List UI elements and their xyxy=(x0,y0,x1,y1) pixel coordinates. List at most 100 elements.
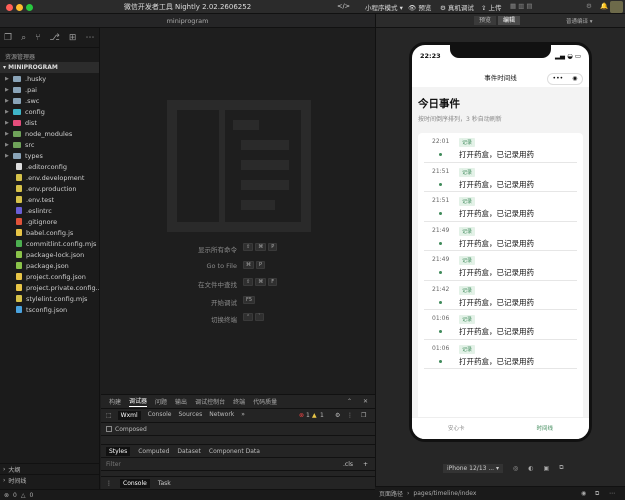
popout-icon[interactable]: ⧉ xyxy=(559,464,563,472)
tree-item[interactable]: commitlint.config.mjs xyxy=(0,238,99,249)
tree-item[interactable]: .env.test xyxy=(0,194,99,205)
project-header[interactable]: ▾ MINIPROGRAM xyxy=(0,62,99,73)
event-item[interactable]: 01:06 记录 打开药盒，已记录用药 xyxy=(424,340,577,369)
tree-item[interactable]: babel.config.js xyxy=(0,227,99,238)
panel-tab[interactable]: 代码质量 xyxy=(253,397,277,406)
panel-tab[interactable]: 调试控制台 xyxy=(195,397,225,406)
command-hint[interactable]: 开始调试 F5 xyxy=(101,294,375,312)
panel-tab[interactable]: 构建 xyxy=(109,397,121,406)
panel-tab[interactable]: 调试器 xyxy=(129,396,148,407)
filter-input[interactable]: Filter xyxy=(106,461,121,468)
tree-item[interactable]: tsconfig.json xyxy=(0,304,99,315)
tool-tab[interactable]: » xyxy=(241,411,245,420)
tree-item[interactable]: project.config.json xyxy=(0,271,99,282)
panel-tab[interactable]: 问题 xyxy=(155,397,167,406)
rotate-icon[interactable]: ▣ xyxy=(544,465,550,472)
more-icon[interactable]: ••• xyxy=(553,70,564,88)
tab-preview[interactable]: 预览 xyxy=(474,16,497,25)
copy-icon[interactable]: ⧉ xyxy=(595,490,599,498)
tree-item[interactable]: .env.development xyxy=(0,172,99,183)
chevron-up-icon[interactable]: ⌃ xyxy=(347,398,352,405)
tool-tab[interactable]: Console xyxy=(148,411,172,420)
tab-care-card[interactable]: 安心卡 xyxy=(412,418,501,439)
panel-tab[interactable]: 终端 xyxy=(233,397,245,406)
event-item[interactable]: 21:49 记录 打开药盒，已记录用药 xyxy=(424,222,577,251)
search-icon[interactable]: ⌕ xyxy=(21,33,26,43)
style-tab[interactable]: Component Data xyxy=(209,448,260,455)
tree-item[interactable]: ▶ dist xyxy=(0,117,99,128)
preview-button[interactable]: 👁 预览 xyxy=(408,2,431,12)
tree-item[interactable]: .editorconfig xyxy=(0,161,99,172)
outline-section[interactable]: › 大纲 xyxy=(0,463,100,474)
status-warnings[interactable]: 0 xyxy=(29,492,33,499)
event-item[interactable]: 21:51 记录 打开药盒，已记录用药 xyxy=(424,163,577,192)
timeline-section[interactable]: › 时间线 xyxy=(0,474,100,485)
upload-button[interactable]: ⇪ 上传 xyxy=(481,2,502,12)
close-icon[interactable]: ✕ xyxy=(363,398,368,405)
settings-icon[interactable]: ⚙ xyxy=(586,2,592,10)
error-count[interactable]: 1 xyxy=(306,412,310,419)
tree-item[interactable]: ▶ .pai xyxy=(0,84,99,95)
tab-edit[interactable]: 编辑 xyxy=(498,16,521,25)
event-item[interactable]: 21:51 记录 打开药盒，已记录用药 xyxy=(424,192,577,222)
tree-item[interactable]: package.json xyxy=(0,260,99,271)
event-item[interactable]: 21:49 记录 打开药盒，已记录用药 xyxy=(424,251,577,281)
tree-item[interactable]: package-lock.json xyxy=(0,249,99,260)
tool-tab[interactable]: Network xyxy=(209,411,234,420)
tree-item[interactable]: .gitignore xyxy=(0,216,99,227)
tool-tab[interactable]: Wxml xyxy=(117,411,141,420)
add-rule-icon[interactable]: + xyxy=(363,461,368,468)
dock-icon[interactable]: ❐ xyxy=(361,412,366,419)
tab-timeline[interactable]: 时间线 xyxy=(501,418,590,439)
command-hint[interactable]: Go to File ⌘ P xyxy=(101,259,375,277)
event-item[interactable]: 22:01 记录 打开药盒，已记录用药 xyxy=(424,133,577,163)
tool-tab[interactable]: Sources xyxy=(179,411,203,420)
more-icon[interactable]: ⋯ xyxy=(85,33,94,43)
remote-debug-button[interactable]: ⚙ 真机调试 xyxy=(440,2,474,12)
panel-tab[interactable]: 输出 xyxy=(175,397,187,406)
tree-item[interactable]: .eslintrc xyxy=(0,205,99,216)
style-tab[interactable]: Computed xyxy=(138,448,169,455)
tree-item[interactable]: ▶ node_modules xyxy=(0,128,99,139)
warning-count[interactable]: 1 xyxy=(320,412,324,419)
git-icon[interactable]: ⎇ xyxy=(50,33,60,43)
command-hint[interactable]: 切换终端 ⌃ ` xyxy=(101,311,375,329)
kebab-icon[interactable]: ⋮ xyxy=(347,412,353,419)
extensions-icon[interactable]: ⊞ xyxy=(69,33,77,43)
console-tab[interactable]: Console xyxy=(120,478,150,488)
code-icon[interactable]: </> xyxy=(337,2,350,10)
inspect-icon[interactable]: ⬚ xyxy=(106,412,112,419)
volume-icon[interactable]: ◐ xyxy=(528,465,533,472)
tree-item[interactable]: ▶ .swc xyxy=(0,95,99,106)
tree-item[interactable]: .env.production xyxy=(0,183,99,194)
tree-item[interactable]: project.private.config... xyxy=(0,282,99,293)
more-options-icon[interactable]: ⋯ xyxy=(609,490,615,497)
status-errors[interactable]: 0 xyxy=(13,492,17,499)
mode-select[interactable]: 小程序模式 ▾ xyxy=(365,2,403,12)
gear-icon[interactable]: ⚙ xyxy=(335,412,340,419)
source-control-icon[interactable]: ⑂ xyxy=(35,33,40,43)
tree-item[interactable]: ▶ src xyxy=(0,139,99,150)
bell-icon[interactable]: 🔔 xyxy=(600,2,608,10)
files-icon[interactable]: ❐ xyxy=(4,33,12,43)
record-icon[interactable]: ◎ xyxy=(513,465,518,472)
avatar[interactable] xyxy=(610,1,623,13)
style-tab[interactable]: Dataset xyxy=(177,448,201,455)
tree-item[interactable]: ▶ .husky xyxy=(0,73,99,84)
compile-mode-select[interactable]: 普通编译 ▾ xyxy=(566,17,593,25)
command-hint[interactable]: 在文件中查找 ⇧ ⌘ F xyxy=(101,276,375,294)
filter-row[interactable]: Filter .cls + xyxy=(101,458,375,471)
console-tab[interactable]: Task xyxy=(158,480,171,487)
device-select[interactable]: iPhone 12/13 ... ▾ xyxy=(443,463,504,473)
style-tab[interactable]: Styles xyxy=(106,446,131,456)
page-path[interactable]: pages/timeline/index xyxy=(413,490,476,497)
event-item[interactable]: 01:06 记录 打开药盒，已记录用药 xyxy=(424,310,577,340)
tree-item[interactable]: ▶ types xyxy=(0,150,99,161)
composed-checkbox[interactable] xyxy=(106,426,112,432)
drawer-menu-icon[interactable]: ⋮ xyxy=(106,480,112,487)
close-capsule-icon[interactable]: ◉ xyxy=(572,70,577,88)
tree-item[interactable]: ▶ config xyxy=(0,106,99,117)
command-hint[interactable]: 显示所有命令 ⇧ ⌘ P xyxy=(101,241,375,259)
event-item[interactable]: 21:42 记录 打开药盒，已记录用药 xyxy=(424,281,577,310)
eye-icon[interactable]: ◉ xyxy=(581,490,586,497)
